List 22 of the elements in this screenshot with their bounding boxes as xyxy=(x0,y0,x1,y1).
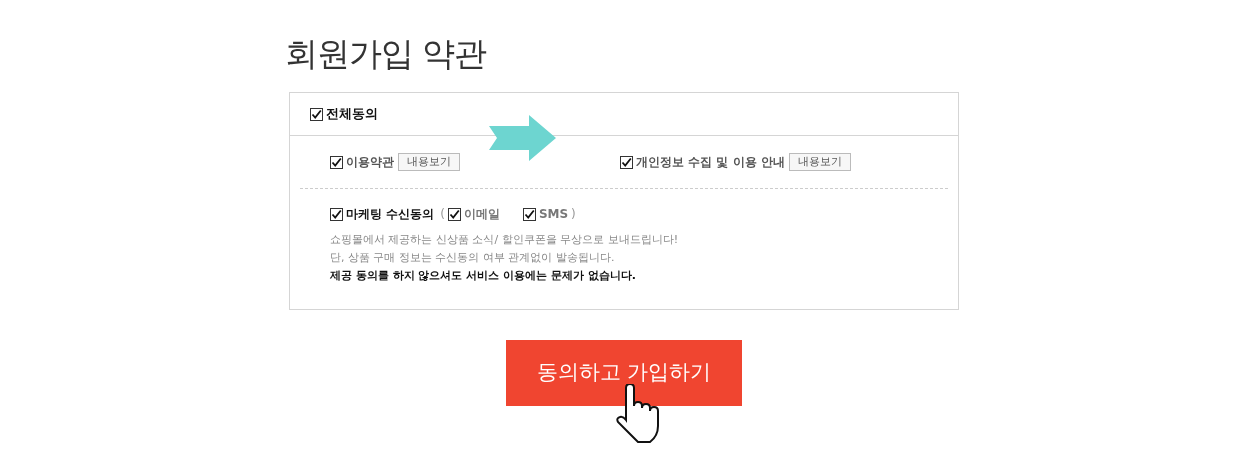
terms-label: 개인정보 수집 및 이용 안내 xyxy=(636,154,785,171)
view-content-button[interactable]: 내용보기 xyxy=(398,153,460,171)
checkbox[interactable] xyxy=(330,207,343,221)
checkbox[interactable] xyxy=(310,107,323,121)
channel-label: 이메일 xyxy=(463,206,500,223)
agree-all-label: 전체동의 xyxy=(326,105,378,124)
checkbox[interactable] xyxy=(330,155,343,169)
checkbox[interactable] xyxy=(620,155,633,169)
arrow-icon xyxy=(489,115,557,161)
notice-text: 쇼핑몰에서 제공하는 신상품 소식/ 할인쿠폰을 무상으로 보내드립니다! xyxy=(330,232,679,248)
notice-text: 단, 상품 구매 정보는 수신동의 여부 관계없이 발송됩니다. xyxy=(330,250,615,266)
agree-and-join-button[interactable]: 동의하고 가입하기 xyxy=(506,340,742,406)
parenthesis: ( xyxy=(440,206,445,223)
checkbox[interactable] xyxy=(447,207,461,221)
checkbox[interactable] xyxy=(522,207,536,221)
notice-text: 제공 동의를 하지 않으셔도 서비스 이용에는 문제가 없습니다. xyxy=(330,268,636,284)
page-title: 회원가입 약관 xyxy=(285,33,487,75)
view-content-button[interactable]: 내용보기 xyxy=(788,153,851,171)
parenthesis: ) xyxy=(571,206,576,223)
channel-label: SMS xyxy=(538,206,569,223)
marketing-label: 마케팅 수신동의 xyxy=(346,206,435,223)
terms-label: 이용약관 xyxy=(346,154,394,171)
